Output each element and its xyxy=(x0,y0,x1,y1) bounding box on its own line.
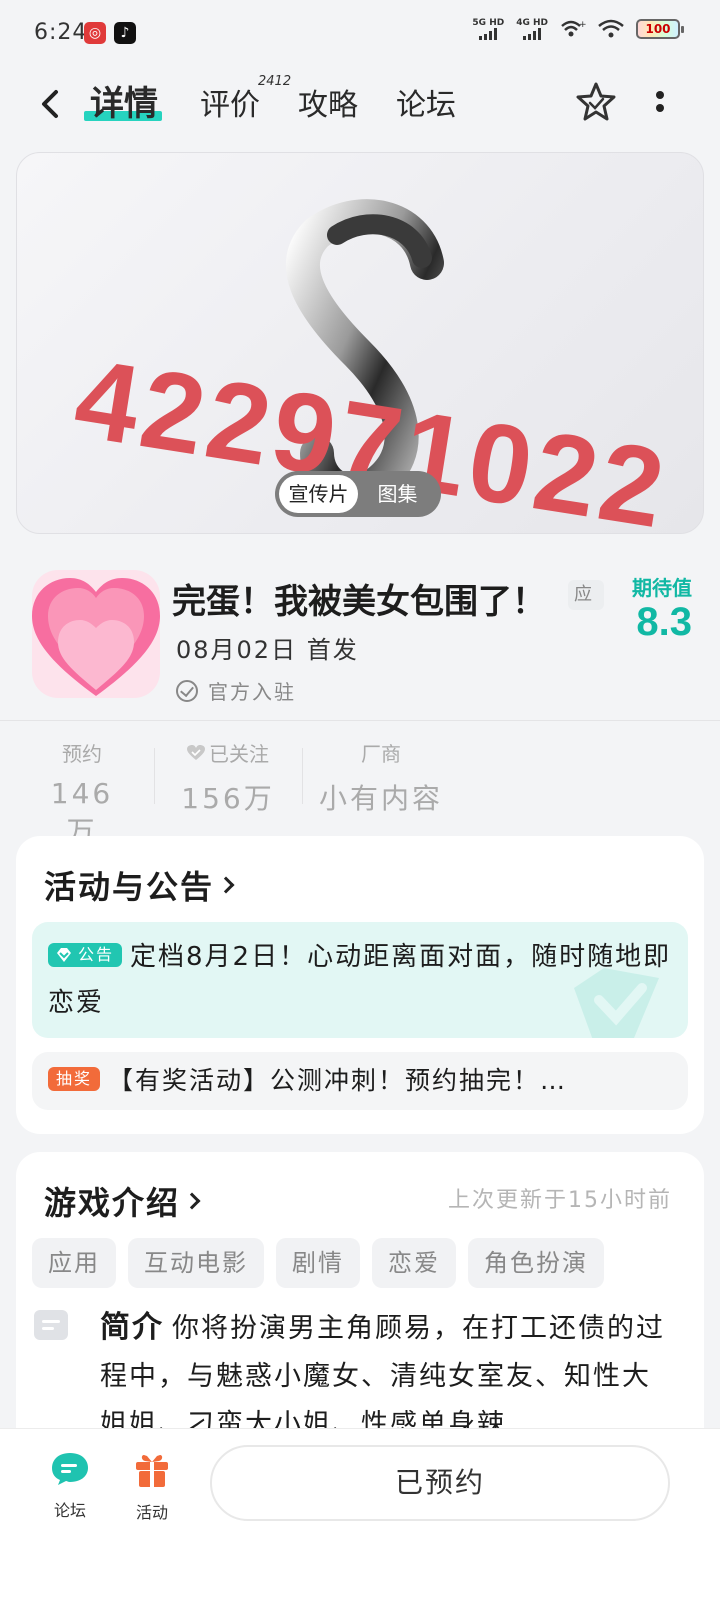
heart-icon xyxy=(187,744,205,760)
svg-text:+: + xyxy=(579,20,586,30)
check-circle-icon xyxy=(176,679,198,702)
last-updated: 上次更新于15小时前 xyxy=(448,1188,672,1213)
bottom-action-bar: 论坛 活动 已预约 xyxy=(0,1428,720,1600)
tiktok-app-icon: ♪ xyxy=(114,22,136,44)
chat-bubble-icon xyxy=(52,1453,88,1485)
lottery-badge: 抽奖 xyxy=(48,1067,101,1091)
media-toggle: 宣传片 图集 xyxy=(275,471,441,517)
lottery-item[interactable]: 抽奖 【有奖活动】公测冲刺！预约抽完！… xyxy=(32,1052,688,1110)
tag-chip[interactable]: 角色扮演 xyxy=(468,1238,604,1288)
back-arrow-icon[interactable] xyxy=(36,84,66,124)
cellular-signal-icon-2: 4G HD xyxy=(516,18,548,40)
tag-chip[interactable]: 剧情 xyxy=(276,1238,360,1288)
stat-value: 小有内容 xyxy=(318,782,443,815)
stat-reservations: 预约 146万 xyxy=(40,738,124,850)
tag-chip[interactable]: 互动电影 xyxy=(128,1238,264,1288)
trailer-toggle-button[interactable]: 宣传片 xyxy=(279,475,358,513)
release-date: 08月02日 首发 xyxy=(176,636,359,664)
status-bar: 6:24 ◎ ♪ 5G HD 4G HD + 100 xyxy=(0,0,720,66)
reserved-button[interactable]: 已预约 xyxy=(210,1445,670,1521)
activities-card: 活动与公告 公告 定档8月2日！心动距离面对面，随时随地即恋爱 抽奖 【有奖活动】… xyxy=(16,836,704,1134)
stat-label: 已关注 xyxy=(209,742,269,766)
intro-card: 游戏介绍 上次更新于15小时前 应用 互动电影 剧情 恋爱 角色扮演 简介 你将扮… xyxy=(16,1152,704,1452)
activity-button[interactable]: 活动 xyxy=(122,1451,182,1523)
tag-chip[interactable]: 应用 xyxy=(32,1238,116,1288)
wifi-icon xyxy=(598,19,624,38)
intro-title: 游戏介绍 xyxy=(44,1184,181,1222)
favorite-star-icon[interactable] xyxy=(574,80,618,124)
hero-media[interactable]: 422971022 宣传片 图集 xyxy=(16,152,704,534)
expectation-score: 8.3 xyxy=(636,600,692,644)
review-count: 2412 xyxy=(258,74,292,89)
announcement-text: 定档8月2日！心动距离面对面，随时随地即恋爱 xyxy=(48,942,672,1018)
tab-details[interactable]: 详情 xyxy=(84,76,162,125)
stat-label: 预约 xyxy=(62,742,102,766)
intro-body: 你将扮演男主角顾易，在打工还债的过程中，与魅惑小魔女、清纯女室友、知性大姐姐、刁… xyxy=(100,1313,665,1440)
top-nav: 详情 评价 2412 攻略 论坛 xyxy=(0,66,720,140)
wifi-plus-icon: + xyxy=(561,20,586,37)
gallery-toggle-button[interactable]: 图集 xyxy=(358,475,437,513)
intro-title-link[interactable]: 游戏介绍 xyxy=(44,1178,201,1224)
music-app-icon: ◎ xyxy=(84,22,106,44)
intro-label: 简介 xyxy=(100,1310,164,1345)
stat-value: 156万 xyxy=(181,782,275,815)
tab-forum[interactable]: 论坛 xyxy=(396,80,456,124)
platform-tag: 应用 xyxy=(568,580,604,610)
activities-title-link[interactable]: 活动与公告 xyxy=(44,862,235,908)
official-badge: 官方入驻 xyxy=(176,676,296,705)
announcement-item[interactable]: 公告 定档8月2日！心动距离面对面，随时随地即恋爱 xyxy=(32,922,688,1038)
tab-reviews-label: 评价 xyxy=(200,88,260,123)
game-title: 完蛋！我被美女包围了！ xyxy=(172,582,546,622)
gift-icon xyxy=(136,1455,168,1487)
chevron-right-icon xyxy=(217,876,235,894)
stat-label: 厂商 xyxy=(361,742,401,766)
expectation-label: 期待值 xyxy=(632,576,692,600)
announcement-badge: 公告 xyxy=(48,942,123,967)
forum-label: 论坛 xyxy=(53,1501,86,1520)
divider xyxy=(0,720,720,721)
stat-followers[interactable]: 已关注 156万 xyxy=(178,738,278,817)
document-icon xyxy=(34,1310,68,1340)
official-label: 官方入驻 xyxy=(208,680,296,704)
activities-title: 活动与公告 xyxy=(44,868,215,906)
cellular-signal-icon: 5G HD xyxy=(472,18,504,40)
battery-icon: 100 xyxy=(636,19,684,39)
tab-reviews[interactable]: 评价 2412 xyxy=(200,74,291,124)
game-app-icon xyxy=(32,570,160,698)
lottery-text: 【有奖活动】公测冲刺！预约抽完！… xyxy=(108,1066,568,1095)
tag-chip[interactable]: 恋爱 xyxy=(372,1238,456,1288)
stat-developer[interactable]: 厂商 小有内容 xyxy=(318,738,444,817)
chevron-right-icon xyxy=(183,1192,201,1210)
status-time: 6:24 xyxy=(34,20,88,45)
divider xyxy=(154,748,155,804)
activity-label: 活动 xyxy=(135,1503,168,1522)
divider xyxy=(302,748,303,804)
tab-guides[interactable]: 攻略 xyxy=(298,80,358,124)
more-options-icon[interactable] xyxy=(650,86,670,120)
forum-button[interactable]: 论坛 xyxy=(40,1451,100,1521)
diamond-check-icon xyxy=(57,947,71,962)
tag-list: 应用 互动电影 剧情 恋爱 角色扮演 xyxy=(32,1238,604,1288)
